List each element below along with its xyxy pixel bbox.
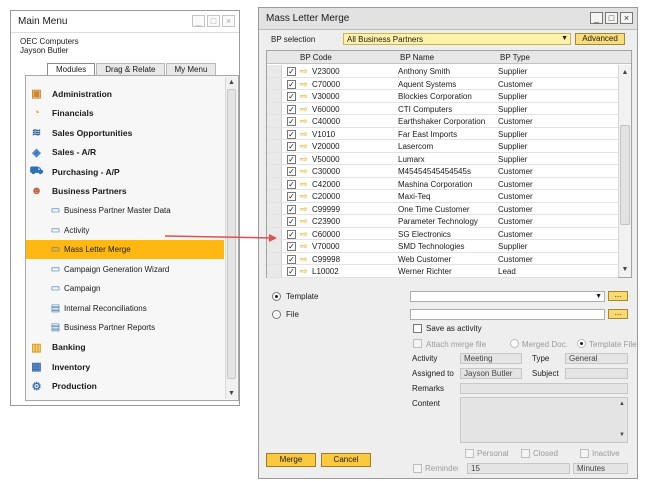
pointer-arrow [164, 234, 277, 242]
pointer-arrow-head [269, 234, 277, 242]
pointer-arrow-line [164, 235, 273, 239]
